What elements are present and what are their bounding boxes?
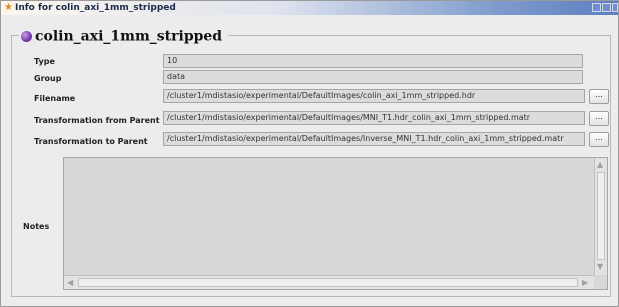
minimize-button[interactable] <box>592 3 601 12</box>
scroll-right-icon[interactable]: ▶ <box>582 278 588 288</box>
scroll-down-icon[interactable]: ▼ <box>597 262 603 272</box>
transform-to-parent-field[interactable]: /cluster1/mdistasio/experimental/Default… <box>163 132 585 146</box>
filename-browse-button[interactable]: ... <box>589 89 609 104</box>
star-icon: ★ <box>4 2 13 13</box>
group-field[interactable]: data <box>163 70 583 84</box>
notes-textarea[interactable]: ▲ ▼ ◀ ▶ <box>63 157 608 290</box>
transform-to-parent-label: Transformation to Parent <box>34 137 148 146</box>
transform-from-parent-browse-button[interactable]: ... <box>589 111 609 126</box>
filename-field[interactable]: /cluster1/mdistasio/experimental/Default… <box>163 89 585 103</box>
transform-to-parent-browse-button[interactable]: ... <box>589 132 609 147</box>
info-window: ★ Info for colin_axi_1mm_stripped colin_… <box>0 0 619 307</box>
group-label: Group <box>34 74 62 83</box>
scroll-left-icon[interactable]: ◀ <box>67 278 73 288</box>
type-field[interactable]: 10 <box>163 54 583 68</box>
object-sphere-icon <box>21 31 32 42</box>
type-label: Type <box>34 57 55 66</box>
vertical-scroll-thumb[interactable] <box>597 172 605 260</box>
notes-horizontal-scrollbar[interactable]: ◀ ▶ <box>64 275 594 289</box>
horizontal-scroll-thumb[interactable] <box>78 278 578 287</box>
scroll-up-icon[interactable]: ▲ <box>597 160 603 170</box>
filename-label: Filename <box>34 94 76 103</box>
title-bar[interactable]: ★ Info for colin_axi_1mm_stripped <box>1 1 618 15</box>
window-title: Info for colin_axi_1mm_stripped <box>15 3 176 13</box>
maximize-button[interactable] <box>602 3 611 12</box>
object-name: colin_axi_1mm_stripped <box>35 28 223 45</box>
notes-label: Notes <box>23 222 50 231</box>
close-button[interactable] <box>612 3 618 12</box>
transform-from-parent-field[interactable]: /cluster1/mdistasio/experimental/Default… <box>163 111 585 125</box>
group-header: colin_axi_1mm_stripped <box>19 26 229 45</box>
transform-from-parent-label: Transformation from Parent <box>34 116 160 125</box>
notes-vertical-scrollbar[interactable]: ▲ ▼ <box>594 158 607 275</box>
